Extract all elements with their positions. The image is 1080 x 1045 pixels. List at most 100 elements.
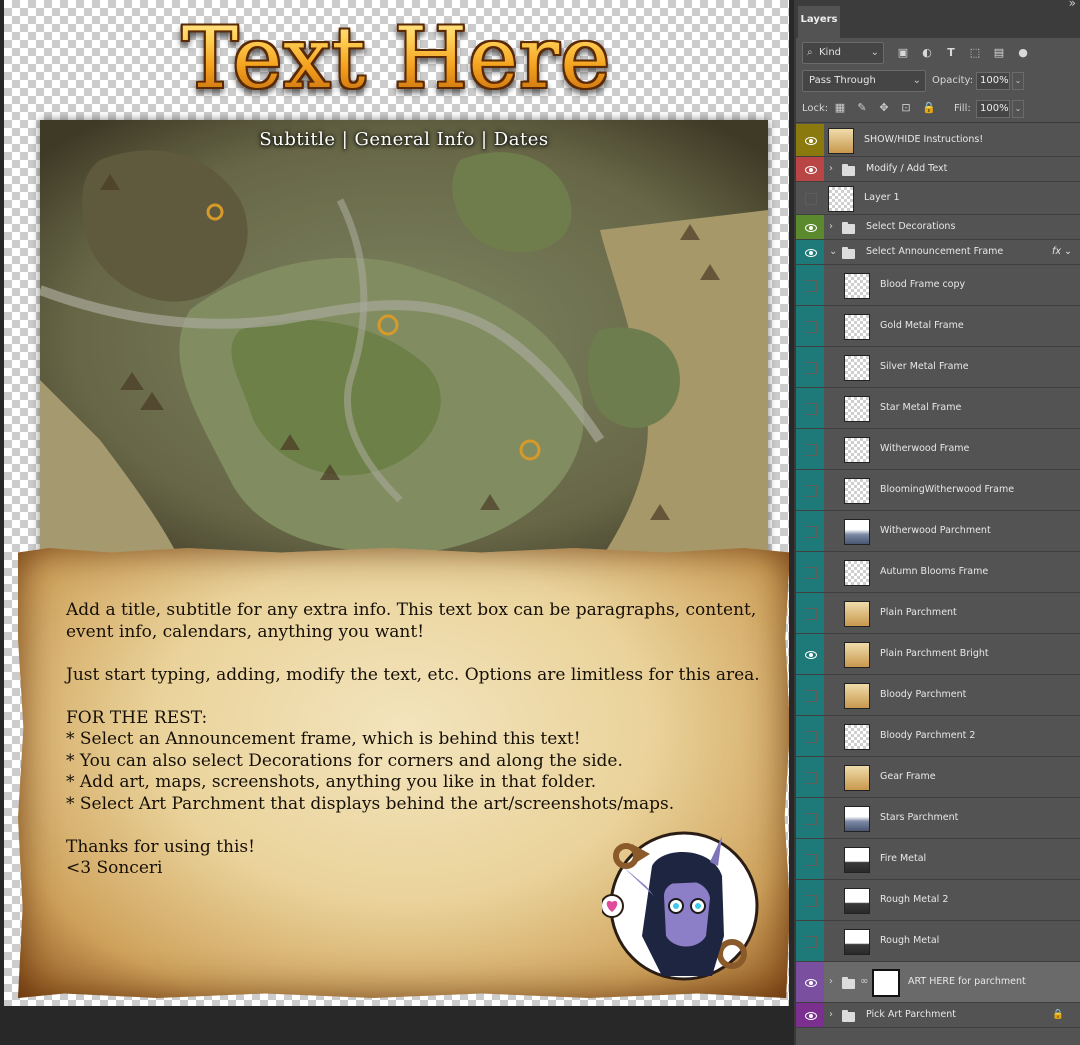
expand-arrow-icon[interactable]: › (829, 163, 833, 174)
lock-position-icon[interactable]: ✥ (878, 102, 890, 114)
layer-name[interactable]: Rough Metal (880, 935, 939, 946)
layer-row[interactable]: Witherwood Frame (796, 429, 1080, 470)
visibility-toggle[interactable] (796, 675, 824, 715)
layer-row[interactable]: Witherwood Parchment (796, 511, 1080, 552)
visibility-toggle[interactable] (796, 124, 824, 156)
layer-row[interactable]: › Modify / Add Text (796, 157, 1080, 182)
filter-smart-object-icon[interactable]: ▤ (992, 46, 1006, 59)
layer-row[interactable]: Layer 1 (796, 182, 1080, 215)
layer-thumbnail[interactable] (828, 127, 854, 154)
lock-all-icon[interactable]: 🔒 (922, 102, 936, 114)
layer-name[interactable]: Plain Parchment (880, 607, 957, 618)
layer-name[interactable]: Select Decorations (866, 221, 955, 232)
layer-row[interactable]: › Select Decorations (796, 215, 1080, 240)
layer-thumbnail[interactable] (844, 805, 870, 832)
filter-adjustment-icon[interactable]: ◐ (920, 46, 934, 59)
visibility-toggle[interactable] (796, 347, 824, 387)
visibility-toggle[interactable] (796, 511, 824, 551)
expand-arrow-icon[interactable]: › (829, 1009, 833, 1020)
visibility-toggle[interactable] (796, 921, 824, 961)
filter-shape-icon[interactable]: ⬚ (968, 46, 982, 59)
visibility-toggle[interactable] (796, 798, 824, 838)
layer-name[interactable]: Witherwood Parchment (880, 525, 991, 536)
layer-name[interactable]: Autumn Blooms Frame (880, 566, 988, 577)
visibility-toggle[interactable] (796, 1003, 824, 1027)
visibility-toggle[interactable] (796, 265, 824, 305)
layer-effects-icon[interactable]: fx ⌄ (1052, 246, 1072, 257)
visibility-toggle[interactable] (796, 215, 824, 239)
layer-thumbnail[interactable] (844, 313, 870, 340)
layer-name[interactable]: Blood Frame copy (880, 279, 965, 290)
opacity-dropdown-icon[interactable]: ⌄ (1012, 72, 1024, 90)
filter-pixel-icon[interactable]: ▣ (896, 46, 910, 59)
artboard[interactable]: Text Here Subtitle | General Info | Date… (4, 0, 789, 1006)
visibility-toggle[interactable] (796, 716, 824, 756)
layer-thumbnail[interactable] (844, 846, 870, 873)
layer-name[interactable]: Bloody Parchment (880, 689, 966, 700)
layer-thumbnail[interactable] (844, 272, 870, 299)
layer-name[interactable]: Stars Parchment (880, 812, 958, 823)
layer-name[interactable]: Pick Art Parchment (866, 1009, 956, 1020)
layer-row[interactable]: Rough Metal 2 (796, 880, 1080, 921)
visibility-toggle[interactable] (796, 429, 824, 469)
layer-thumbnail[interactable] (844, 682, 870, 709)
layer-thumbnail[interactable] (828, 185, 854, 212)
layer-row[interactable]: Stars Parchment (796, 798, 1080, 839)
lock-brush-icon[interactable]: ✎ (856, 102, 868, 114)
tab-layers[interactable]: Layers (798, 6, 840, 38)
layer-thumbnail[interactable] (844, 477, 870, 504)
layer-name[interactable]: ART HERE for parchment (908, 976, 1026, 987)
layer-row[interactable]: Autumn Blooms Frame (796, 552, 1080, 593)
lock-artboard-icon[interactable]: ⊡ (900, 102, 912, 114)
fill-input[interactable]: 100% (976, 100, 1010, 118)
visibility-toggle[interactable] (796, 839, 824, 879)
visibility-toggle[interactable] (796, 388, 824, 428)
layer-thumbnail[interactable] (844, 928, 870, 955)
layer-row[interactable]: Gold Metal Frame (796, 306, 1080, 347)
layer-name[interactable]: Gear Frame (880, 771, 936, 782)
layer-name[interactable]: Silver Metal Frame (880, 361, 969, 372)
layer-name[interactable]: Bloody Parchment 2 (880, 730, 975, 741)
visibility-toggle[interactable] (796, 880, 824, 920)
layer-thumbnail[interactable] (844, 600, 870, 627)
layer-thumbnail[interactable] (844, 723, 870, 750)
visibility-toggle[interactable] (796, 157, 824, 181)
layer-thumbnail[interactable] (844, 354, 870, 381)
layer-row[interactable]: Bloody Parchment (796, 675, 1080, 716)
layer-name[interactable]: Layer 1 (864, 192, 900, 203)
layer-row[interactable]: Plain Parchment Bright (796, 634, 1080, 675)
layer-row[interactable]: › Pick Art Parchment 🔒 (796, 1003, 1080, 1028)
expand-arrow-icon[interactable]: › (829, 976, 833, 987)
layer-name[interactable]: SHOW/HIDE Instructions! (864, 134, 983, 145)
fill-dropdown-icon[interactable]: ⌄ (1012, 100, 1024, 118)
link-icon[interactable]: ∞ (860, 976, 868, 987)
layer-thumbnail[interactable] (844, 887, 870, 914)
opacity-input[interactable]: 100% (976, 72, 1010, 90)
layer-row[interactable]: BloomingWitherwood Frame (796, 470, 1080, 511)
layer-row[interactable]: Fire Metal (796, 839, 1080, 880)
layer-name[interactable]: Select Announcement Frame (866, 246, 1003, 257)
layer-thumbnail[interactable] (844, 641, 870, 668)
expand-arrow-icon[interactable]: › (829, 221, 833, 232)
layer-row[interactable]: Bloody Parchment 2 (796, 716, 1080, 757)
layer-name[interactable]: Fire Metal (880, 853, 926, 864)
layer-row[interactable]: Star Metal Frame (796, 388, 1080, 429)
layer-name[interactable]: Plain Parchment Bright (880, 648, 989, 659)
layer-row[interactable]: ⌄ Select Announcement Frame fx ⌄ (796, 240, 1080, 265)
layer-thumbnail[interactable] (844, 436, 870, 463)
layer-row[interactable]: Gear Frame (796, 757, 1080, 798)
layer-thumbnail[interactable] (844, 518, 870, 545)
visibility-toggle[interactable] (796, 593, 824, 633)
layer-name[interactable]: Rough Metal 2 (880, 894, 948, 905)
layer-thumbnail[interactable] (844, 559, 870, 586)
collapse-arrow-icon[interactable]: ⌄ (829, 246, 837, 257)
visibility-toggle[interactable] (796, 240, 824, 264)
lock-transparent-icon[interactable]: ▦ (834, 102, 846, 114)
blend-mode-select[interactable]: Pass Through ⌄ (802, 70, 926, 92)
filter-toggle-icon[interactable]: ● (1016, 46, 1030, 59)
layer-row[interactable]: Rough Metal (796, 921, 1080, 962)
layer-row[interactable]: Plain Parchment (796, 593, 1080, 634)
layer-name[interactable]: Modify / Add Text (866, 163, 947, 174)
layer-mask-thumbnail[interactable] (872, 968, 900, 997)
layer-row[interactable]: › ∞ ART HERE for parchment (796, 962, 1080, 1003)
